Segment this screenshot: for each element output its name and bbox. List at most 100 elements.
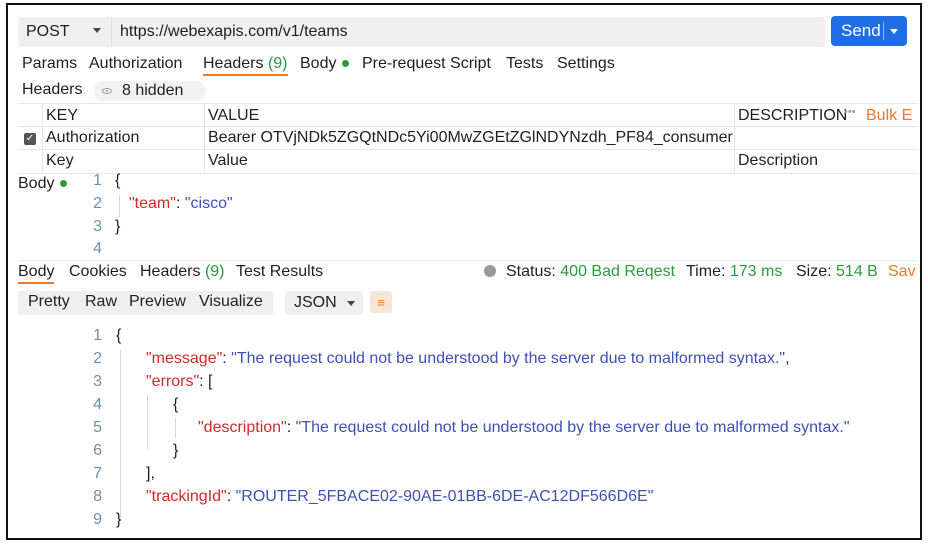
code-line[interactable]: } (116, 511, 121, 529)
json-string: "The request could not be understood by … (295, 419, 850, 436)
request-body-label-text: Body (18, 175, 55, 192)
code-line[interactable]: ], (146, 465, 155, 483)
response-tab-cookies[interactable]: Cookies (69, 263, 127, 281)
line-number: 4 (93, 396, 102, 413)
url-input[interactable]: https://webexapis.com/v1/teams (112, 17, 825, 47)
globe-icon[interactable] (484, 265, 496, 277)
url-text: https://webexapis.com/v1/teams (120, 23, 348, 40)
response-time[interactable]: Time: 173 ms (686, 263, 782, 281)
response-tab-headers-count: (9) (204, 263, 225, 280)
format-select[interactable]: JSON (285, 291, 363, 315)
response-size[interactable]: Size: 514 B (796, 263, 878, 281)
tab-params[interactable]: Params (22, 55, 77, 73)
line-number: 1 (93, 327, 102, 344)
line-number: 3 (93, 218, 102, 235)
bulk-edit-link[interactable]: Bulk E (866, 107, 912, 125)
save-response-button[interactable]: Sav (888, 263, 916, 281)
json-string: "ROUTER_5FBACE02-90AE-01BB-6DE-AC12DF566… (235, 488, 654, 505)
chevron-down-icon (93, 28, 101, 33)
status-label: Status: (506, 263, 556, 280)
tab-body-label: Body (300, 55, 337, 72)
tab-headers-count: (9) (267, 55, 288, 72)
line-number: 3 (93, 373, 102, 390)
response-divider (18, 260, 918, 261)
response-tab-body[interactable]: Body (18, 263, 55, 284)
code-line[interactable]: { (173, 396, 178, 414)
code-line[interactable]: "errors": [ (146, 373, 212, 391)
table-divider (734, 104, 735, 174)
eye-icon (102, 88, 112, 94)
response-tab-headers[interactable]: Headers (9) (140, 263, 225, 281)
headers-table: KEY VALUE DESCRIPTION ••• Bulk E ✓ Autho… (18, 103, 918, 174)
body-indicator-dot-icon (60, 180, 68, 188)
line-number: 4 (93, 240, 102, 257)
size-label: Size: (796, 263, 832, 280)
tab-headers-label: Headers (203, 55, 264, 72)
line-number: 7 (93, 465, 102, 482)
code-line[interactable]: } (173, 442, 178, 460)
indent-guide (120, 350, 121, 518)
header-value-cell[interactable]: Bearer OTVjNDk5ZGQtNDc5Yi00MwZGEtZGlNDYN… (208, 129, 733, 147)
postman-window: POST https://webexapis.com/v1/teams Send… (6, 3, 922, 540)
line-number: 9 (93, 511, 102, 528)
tab-authorization[interactable]: Authorization (89, 55, 182, 73)
json-punctuation: [ (208, 373, 213, 390)
table-divider (42, 104, 43, 174)
json-separator: : (199, 373, 209, 390)
header-key-cell[interactable]: Authorization (46, 129, 139, 147)
line-number: 2 (93, 350, 102, 367)
tab-body[interactable]: Body (300, 55, 350, 73)
code-line[interactable]: "message": "The request could not be und… (146, 350, 790, 368)
request-body-label: Body (18, 175, 68, 193)
line-number: 5 (93, 419, 102, 436)
code-line[interactable]: "trackingId": "ROUTER_5FBACE02-90AE-01BB… (146, 488, 653, 506)
view-raw[interactable]: Raw (85, 293, 117, 311)
hidden-headers-toggle[interactable]: 8 hidden (94, 81, 206, 101)
json-separator: : (226, 488, 236, 505)
json-key: "team" (129, 195, 176, 212)
send-button[interactable]: Send (831, 16, 907, 46)
header-enabled-checkbox[interactable]: ✓ (24, 133, 36, 145)
column-header-description: DESCRIPTION (738, 107, 848, 124)
json-punctuation: , (785, 350, 790, 367)
view-preview[interactable]: Preview (129, 293, 186, 311)
line-number: 1 (93, 172, 102, 189)
new-description-input[interactable]: Description (738, 152, 818, 170)
hidden-headers-label: 8 hidden (122, 82, 184, 99)
json-string: "cisco" (184, 195, 233, 212)
response-tab-test-results[interactable]: Test Results (236, 263, 323, 281)
status-value[interactable]: 400 Bad Reqest (560, 263, 675, 280)
tab-settings[interactable]: Settings (557, 55, 615, 73)
code-line[interactable]: { (115, 172, 120, 190)
code-line[interactable]: { (116, 327, 121, 345)
column-header-value: VALUE (208, 107, 260, 124)
more-options-icon[interactable]: ••• (844, 106, 856, 118)
tab-pre-request-script[interactable]: Pre-request Script (362, 55, 491, 73)
indent-guide (147, 395, 148, 449)
new-value-input[interactable]: Value (208, 152, 248, 170)
line-number: 8 (93, 488, 102, 505)
table-divider (18, 173, 918, 174)
format-label: JSON (294, 294, 337, 311)
code-line[interactable]: } (115, 218, 120, 236)
json-separator: : (286, 419, 296, 436)
json-key: "message" (146, 350, 223, 367)
code-line[interactable]: "team": "cisco" (129, 195, 233, 213)
tab-headers[interactable]: Headers (9) (203, 55, 288, 76)
method-select[interactable]: POST (18, 17, 112, 47)
send-label: Send (841, 21, 881, 40)
send-divider (883, 22, 884, 40)
wrap-lines-icon[interactable]: ≡ (370, 291, 392, 313)
time-label: Time: (686, 263, 726, 280)
time-value: 173 ms (729, 263, 783, 280)
tab-tests[interactable]: Tests (506, 55, 543, 73)
line-number: 6 (93, 442, 102, 459)
new-key-input[interactable]: Key (46, 152, 74, 170)
size-value: 514 B (836, 263, 878, 280)
send-options-chevron-icon[interactable] (890, 29, 898, 34)
json-separator: : (175, 195, 185, 212)
view-pretty[interactable]: Pretty (28, 293, 70, 311)
view-visualize[interactable]: Visualize (199, 293, 263, 311)
code-line[interactable]: "description": "The request could not be… (198, 419, 850, 437)
headers-section-title: Headers (22, 81, 83, 98)
